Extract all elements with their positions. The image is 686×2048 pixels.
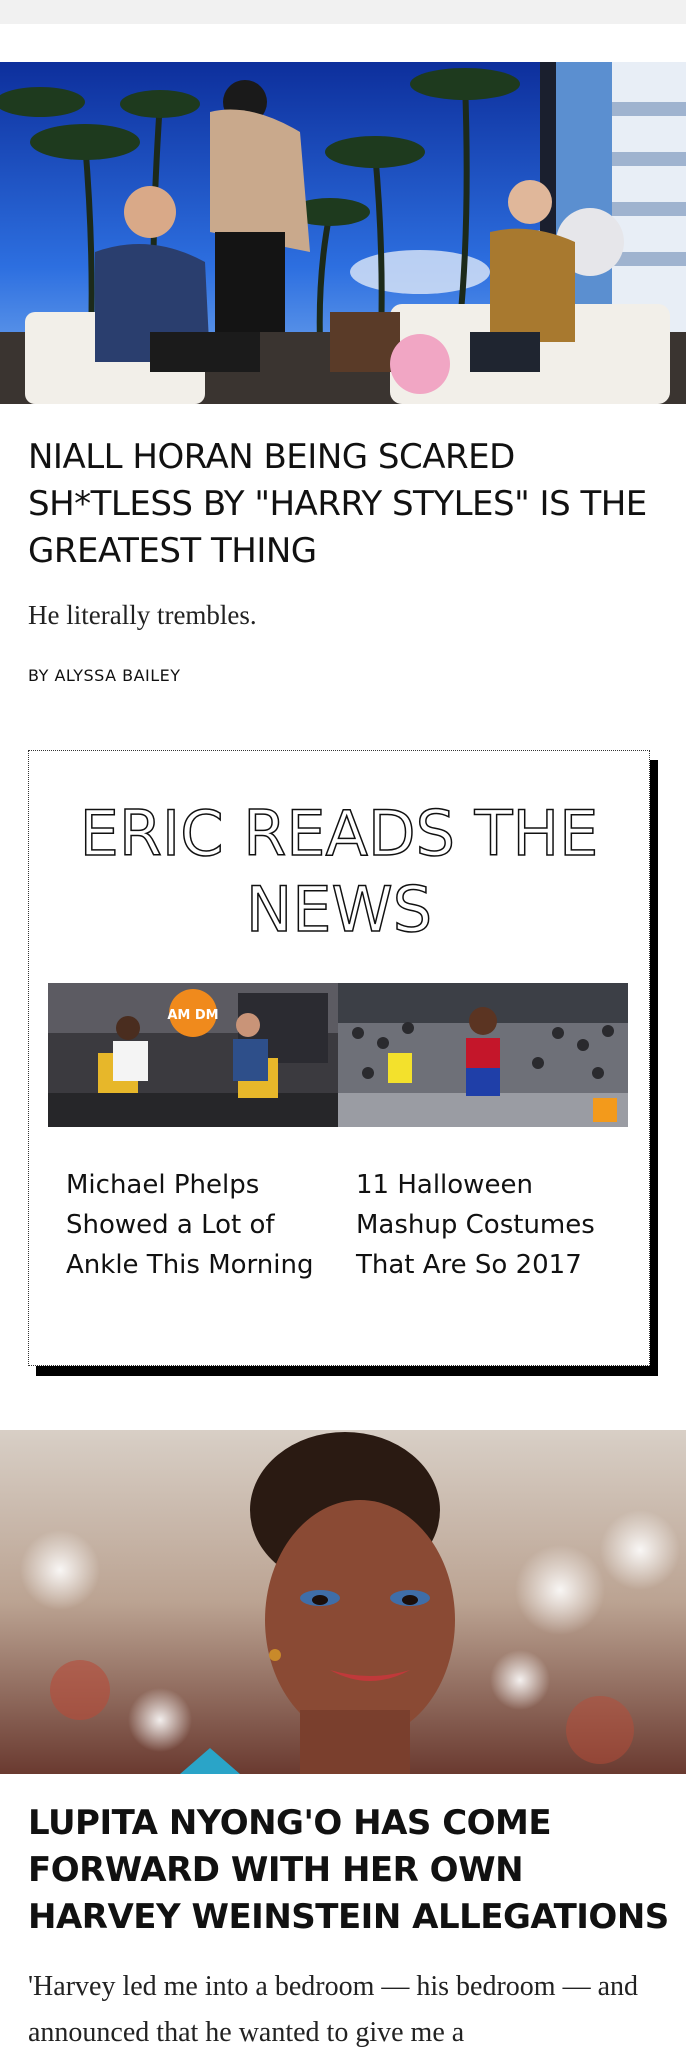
module-title-line1: ERIC READS THE	[80, 797, 599, 870]
portrait-photo	[0, 1430, 686, 1774]
eric-reads-the-news-module: ERIC READS THE NEWS AM DM Michael Phelps…	[28, 750, 650, 1366]
tv-studio-photo: AM DM	[48, 983, 338, 1127]
article-title[interactable]: LUPITA NYONG'O HAS COME FORWARD WITH HER…	[28, 1800, 678, 1941]
promo-image-michael-phelps[interactable]: AM DM	[48, 983, 338, 1127]
studio-badge: AM DM	[167, 1008, 218, 1023]
article-dek: He literally trembles.	[28, 600, 257, 630]
article-byline[interactable]: BY ALYSSA BAILEY	[28, 666, 181, 685]
top-bar	[0, 0, 686, 24]
promo-link-halloween-costumes[interactable]: 11 Halloween Mashup Costumes That Are So…	[356, 1165, 616, 1285]
promo-link-michael-phelps[interactable]: Michael Phelps Showed a Lot of Ankle Thi…	[66, 1165, 326, 1285]
costume-crowd-photo	[338, 983, 628, 1127]
article-dek: 'Harvey led me into a bedroom — his bedr…	[28, 1971, 639, 2048]
talk-show-photo	[0, 62, 686, 404]
module-title-line2: NEWS	[246, 873, 432, 943]
article-title[interactable]: NIALL HORAN BEING SCARED SH*TLESS BY "HA…	[28, 434, 658, 575]
module-title: ERIC READS THE NEWS	[29, 793, 649, 943]
article-image-niall-horan[interactable]	[0, 62, 686, 404]
article-image-lupita-nyongo[interactable]	[0, 1430, 686, 1774]
promo-image-halloween-costumes[interactable]	[338, 983, 628, 1127]
